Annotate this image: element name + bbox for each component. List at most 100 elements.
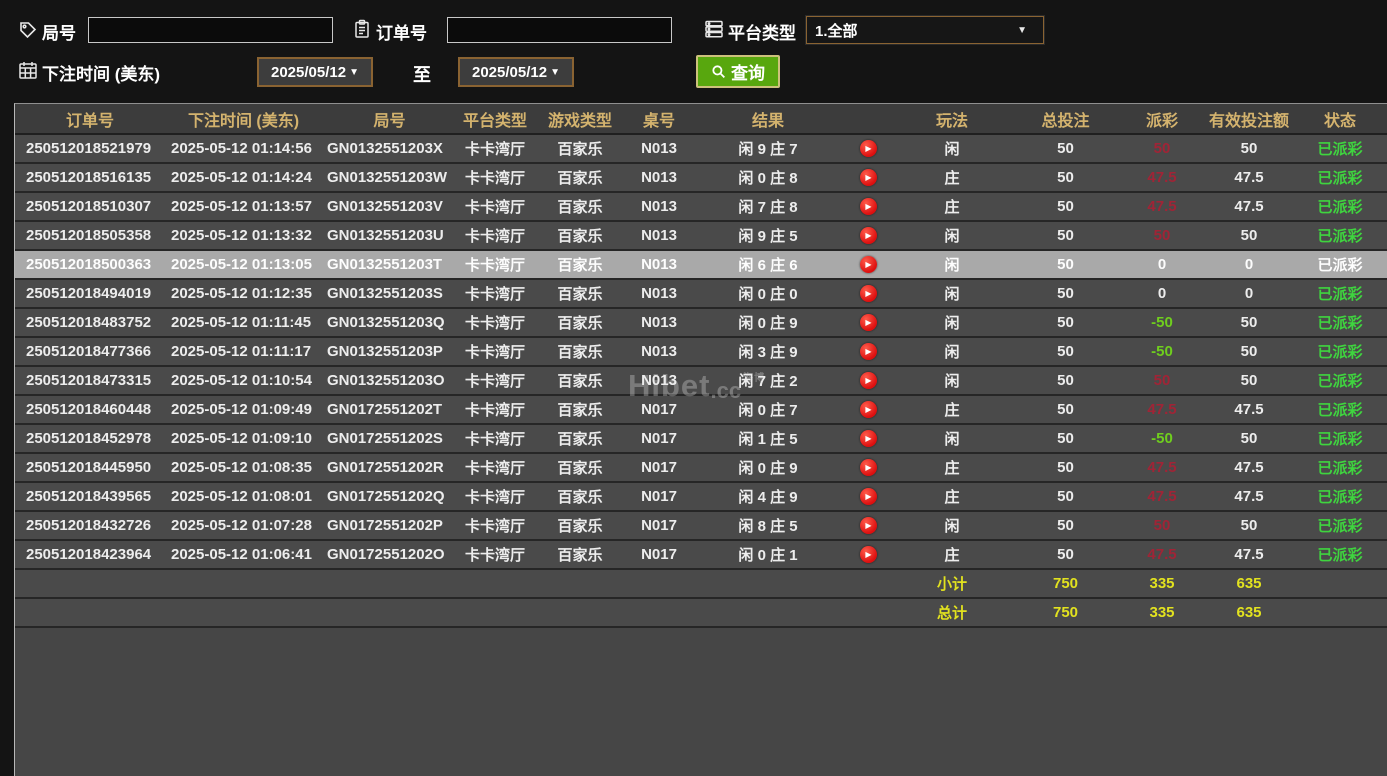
replay-video-button[interactable] [860, 314, 877, 331]
table-row[interactable]: 2505120185103072025-05-12 01:13:57GN0132… [15, 192, 1387, 221]
table-row[interactable]: 2505120184733152025-05-12 01:10:54GN0132… [15, 366, 1387, 395]
cell-result: 闲 9 庄 7 [691, 134, 845, 163]
cell-result: 闲 0 庄 9 [691, 453, 845, 482]
cell-game: 百家乐 [533, 308, 627, 337]
clipboard-icon [352, 19, 372, 39]
table-row[interactable]: 2505120184327262025-05-12 01:07:28GN0172… [15, 511, 1387, 540]
table-row[interactable]: 2505120184459502025-05-12 01:08:35GN0172… [15, 453, 1387, 482]
total-row-valid-bet: 635 [1206, 598, 1292, 627]
cell-payout: 50 [1118, 511, 1206, 540]
date-from-picker[interactable]: 2025/05/12 ▼ [257, 57, 373, 87]
results-panel: 订单号下注时间 (美东)局号平台类型游戏类型桌号结果玩法总投注派彩有效投注额状态… [14, 103, 1387, 776]
cell-result: 闲 8 庄 5 [691, 511, 845, 540]
table-row[interactable]: 2505120185053582025-05-12 01:13:32GN0132… [15, 221, 1387, 250]
replay-video-button[interactable] [860, 372, 877, 389]
cell-round: GN0132551203X [322, 134, 457, 163]
cell-result: 闲 1 庄 5 [691, 424, 845, 453]
cell-play: 庄 [891, 395, 1013, 424]
table-row[interactable]: 2505120184940192025-05-12 01:12:35GN0132… [15, 279, 1387, 308]
cell-total_bet: 50 [1013, 221, 1118, 250]
column-header: 派彩 [1118, 104, 1206, 134]
cell-valid_bet: 50 [1206, 308, 1292, 337]
cell-order: 250512018483752 [15, 308, 165, 337]
cell-time: 2025-05-12 01:09:10 [165, 424, 322, 453]
cell-replay [845, 279, 891, 308]
cell-time: 2025-05-12 01:08:35 [165, 453, 322, 482]
cell-time: 2025-05-12 01:13:32 [165, 221, 322, 250]
replay-video-button[interactable] [860, 488, 877, 505]
cell-order: 250512018445950 [15, 453, 165, 482]
round-number-input[interactable] [88, 17, 333, 43]
cell-game: 百家乐 [533, 453, 627, 482]
table-row[interactable]: 2505120184773662025-05-12 01:11:17GN0132… [15, 337, 1387, 366]
cell-table_no: N013 [627, 134, 691, 163]
cell-status: 已派彩 [1292, 395, 1387, 424]
empty-cell [691, 569, 845, 598]
cell-payout: 47.5 [1118, 453, 1206, 482]
cell-game: 百家乐 [533, 366, 627, 395]
replay-video-button[interactable] [860, 256, 877, 273]
column-header: 游戏类型 [533, 104, 627, 134]
cell-total_bet: 50 [1013, 192, 1118, 221]
column-header: 有效投注额 [1206, 104, 1292, 134]
cell-round: GN0132551203U [322, 221, 457, 250]
cell-total_bet: 50 [1013, 134, 1118, 163]
cell-platform: 卡卡湾厅 [457, 163, 533, 192]
order-number-label: 订单号 [376, 19, 427, 44]
cell-play: 庄 [891, 163, 1013, 192]
cell-order: 250512018500363 [15, 250, 165, 279]
table-row[interactable]: 2505120184529782025-05-12 01:09:10GN0172… [15, 424, 1387, 453]
cell-status: 已派彩 [1292, 163, 1387, 192]
cell-order: 250512018473315 [15, 366, 165, 395]
table-row[interactable]: 2505120184604482025-05-12 01:09:49GN0172… [15, 395, 1387, 424]
cell-play: 闲 [891, 250, 1013, 279]
cell-result: 闲 3 庄 9 [691, 337, 845, 366]
replay-video-button[interactable] [860, 459, 877, 476]
cell-valid_bet: 47.5 [1206, 395, 1292, 424]
cell-play: 庄 [891, 482, 1013, 511]
table-row[interactable]: 2505120184239642025-05-12 01:06:41GN0172… [15, 540, 1387, 569]
replay-video-button[interactable] [860, 140, 877, 157]
replay-video-button[interactable] [860, 169, 877, 186]
table-row[interactable]: 2505120185161352025-05-12 01:14:24GN0132… [15, 163, 1387, 192]
empty-cell [15, 569, 165, 598]
cell-time: 2025-05-12 01:13:05 [165, 250, 322, 279]
cell-valid_bet: 47.5 [1206, 163, 1292, 192]
cell-platform: 卡卡湾厅 [457, 482, 533, 511]
replay-video-button[interactable] [860, 285, 877, 302]
cell-game: 百家乐 [533, 279, 627, 308]
cell-order: 250512018460448 [15, 395, 165, 424]
replay-video-button[interactable] [860, 343, 877, 360]
subtotal-row-total-bet: 750 [1013, 569, 1118, 598]
column-header: 订单号 [15, 104, 165, 134]
cell-table_no: N017 [627, 540, 691, 569]
query-button[interactable]: 查询 [696, 55, 780, 88]
cell-order: 250512018505358 [15, 221, 165, 250]
cell-time: 2025-05-12 01:12:35 [165, 279, 322, 308]
replay-video-button[interactable] [860, 517, 877, 534]
cell-status: 已派彩 [1292, 540, 1387, 569]
platform-select[interactable]: 1.全部 ▼ [806, 16, 1044, 44]
replay-video-button[interactable] [860, 546, 877, 563]
cell-total_bet: 50 [1013, 163, 1118, 192]
table-row[interactable]: 2505120184837522025-05-12 01:11:45GN0132… [15, 308, 1387, 337]
cell-payout: 47.5 [1118, 540, 1206, 569]
cell-round: GN0132551203P [322, 337, 457, 366]
cell-payout: 47.5 [1118, 192, 1206, 221]
cell-table_no: N017 [627, 395, 691, 424]
cell-time: 2025-05-12 01:14:56 [165, 134, 322, 163]
order-number-input[interactable] [447, 17, 672, 43]
replay-video-button[interactable] [860, 430, 877, 447]
cell-platform: 卡卡湾厅 [457, 424, 533, 453]
replay-video-button[interactable] [860, 401, 877, 418]
total-row-payout: 335 [1118, 598, 1206, 627]
table-row[interactable]: 2505120185003632025-05-12 01:13:05GN0132… [15, 250, 1387, 279]
cell-total_bet: 50 [1013, 250, 1118, 279]
date-to-picker[interactable]: 2025/05/12 ▼ [458, 57, 574, 87]
replay-video-button[interactable] [860, 198, 877, 215]
table-row[interactable]: 2505120185219792025-05-12 01:14:56GN0132… [15, 134, 1387, 163]
cell-game: 百家乐 [533, 337, 627, 366]
table-row[interactable]: 2505120184395652025-05-12 01:08:01GN0172… [15, 482, 1387, 511]
cell-result: 闲 7 庄 2 [691, 366, 845, 395]
replay-video-button[interactable] [860, 227, 877, 244]
